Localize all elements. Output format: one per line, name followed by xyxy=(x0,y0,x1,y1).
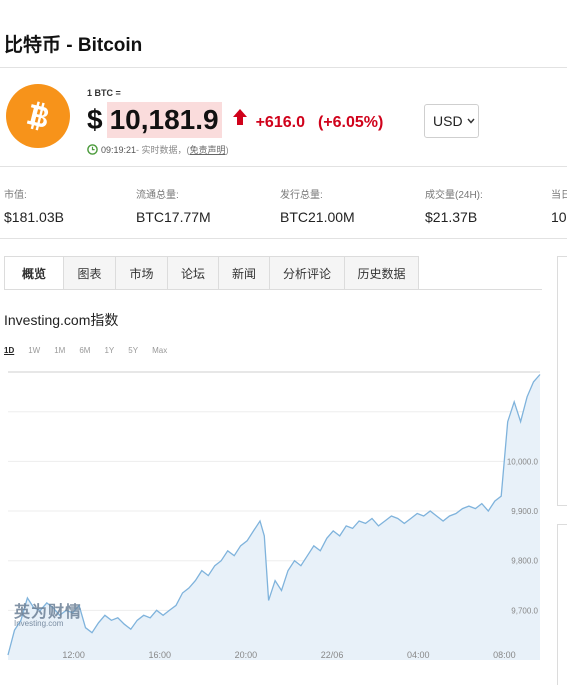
price-row: $ 10,181.9 +616.0 (+6.05%) xyxy=(87,100,383,140)
tab-historical-data[interactable]: 历史数据 xyxy=(345,257,418,290)
clock-icon xyxy=(87,144,98,155)
y-tick-label: 10,000.0 xyxy=(507,457,539,466)
status-close: ) xyxy=(225,144,229,155)
divider xyxy=(0,67,567,68)
last-price: 10,181.9 xyxy=(106,102,222,138)
y-tick-label: 9,800.0 xyxy=(511,557,538,566)
stat-label: 市值: xyxy=(4,190,27,201)
side-panel xyxy=(557,256,567,506)
divider xyxy=(0,166,567,167)
tab-news[interactable]: 新闻 xyxy=(219,257,270,290)
tab-overview[interactable]: 概览 xyxy=(5,257,64,290)
unit-label: 1 BTC = xyxy=(87,88,121,98)
stat-label: 流通总量: xyxy=(136,190,179,201)
x-tick-label: 22/06 xyxy=(321,650,344,660)
tabs-underline xyxy=(4,289,542,290)
y-tick-label: 9,900.0 xyxy=(511,507,538,516)
realtime-label: - 实时数据，( xyxy=(136,145,190,155)
arrow-up-icon xyxy=(232,109,247,125)
stat-max-supply: 发行总量: BTC21.00M xyxy=(280,186,355,225)
stat-day-range: 当日 10 xyxy=(551,186,567,225)
quote-time: 09:19:21 xyxy=(101,144,137,155)
price-area xyxy=(8,374,540,660)
range-1w[interactable]: 1W xyxy=(28,346,40,355)
currency-select-value: USD xyxy=(433,113,463,129)
time-range-selector: 1D 1W 1M 6M 1Y 5Y Max xyxy=(4,346,181,355)
stat-value: BTC21.00M xyxy=(280,209,355,225)
stat-value: $21.37B xyxy=(425,209,478,225)
tab-chart[interactable]: 图表 xyxy=(64,257,116,290)
tab-forum[interactable]: 论坛 xyxy=(168,257,219,290)
currency-symbol: $ xyxy=(87,104,103,135)
disclaimer-link[interactable]: 免责声明 xyxy=(190,143,226,156)
key-stats: 市值: $181.03B 流通总量: BTC17.77M 发行总量: BTC21… xyxy=(0,186,567,230)
tab-analysis[interactable]: 分析评论 xyxy=(270,257,345,290)
stat-circulating-supply: 流通总量: BTC17.77M xyxy=(136,186,211,225)
x-tick-label: 04:00 xyxy=(407,650,430,660)
price-change: +616.0 xyxy=(255,114,305,131)
chevron-down-icon xyxy=(467,118,475,124)
x-tick-label: 12:00 xyxy=(62,650,85,660)
quote-status: 09:19:21 - 实时数据，( 免责声明 ) xyxy=(87,143,229,156)
chart-title: Investing.com指数 xyxy=(4,312,119,328)
watermark: 英为财情 Investing.com xyxy=(14,598,82,628)
stat-market-cap: 市值: $181.03B xyxy=(4,186,64,225)
x-tick-label: 20:00 xyxy=(235,650,258,660)
divider xyxy=(0,238,567,239)
range-1y[interactable]: 1Y xyxy=(104,346,114,355)
range-1d[interactable]: 1D xyxy=(4,346,14,355)
tab-markets[interactable]: 市场 xyxy=(116,257,168,290)
stat-label: 发行总量: xyxy=(280,190,323,201)
stat-label: 成交量(24H): xyxy=(425,190,483,201)
section-tabs: 概览 图表 市场 论坛 新闻 分析评论 历史数据 xyxy=(4,256,419,290)
bitcoin-logo-icon xyxy=(6,84,70,148)
stat-value: $181.03B xyxy=(4,209,64,225)
range-5y[interactable]: 5Y xyxy=(128,346,138,355)
price-change-percent: (+6.05%) xyxy=(317,114,384,131)
side-panel xyxy=(557,524,567,685)
stat-value: 10 xyxy=(551,209,567,225)
watermark-cn: 英为财情 xyxy=(14,604,83,621)
stat-label: 当日 xyxy=(551,190,567,201)
x-tick-label: 08:00 xyxy=(493,650,516,660)
y-tick-label: 9,700.0 xyxy=(511,606,538,615)
range-max[interactable]: Max xyxy=(152,346,167,355)
stat-value: BTC17.77M xyxy=(136,209,211,225)
x-tick-label: 16:00 xyxy=(149,650,172,660)
stat-volume-24h: 成交量(24H): $21.37B xyxy=(425,186,483,225)
range-6m[interactable]: 6M xyxy=(79,346,90,355)
range-1m[interactable]: 1M xyxy=(54,346,65,355)
page-title: 比特币 - Bitcoin xyxy=(4,35,143,56)
currency-select[interactable]: USD xyxy=(424,104,479,138)
